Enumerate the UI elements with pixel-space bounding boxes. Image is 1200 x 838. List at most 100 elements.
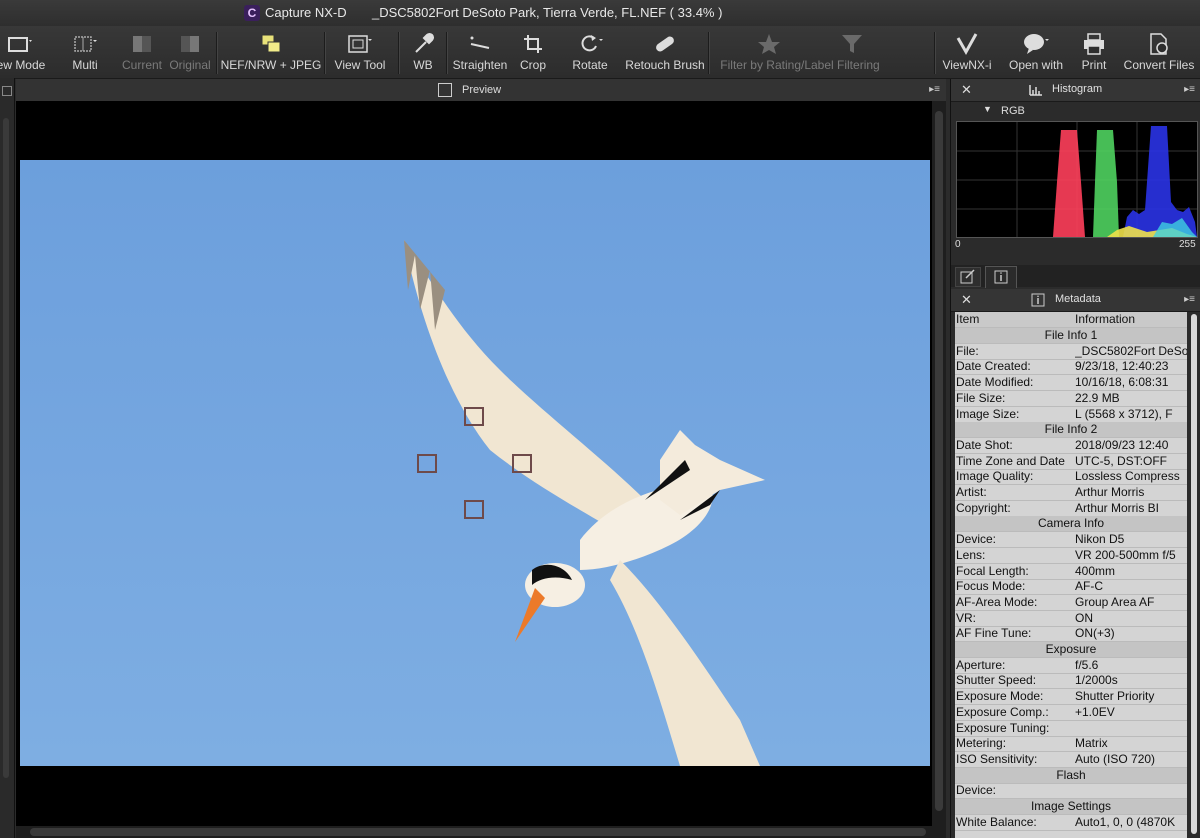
metadata-row: Focus Mode: AF-C (955, 579, 1187, 596)
metadata-row: AF-Area Mode: Group Area AF (955, 595, 1187, 611)
rotate-button[interactable]: Rotate (562, 26, 618, 78)
scroll-thumb[interactable] (1191, 314, 1197, 834)
metadata-key: Copyright: (956, 500, 1011, 515)
convert-files-button[interactable]: Convert Files (1118, 26, 1200, 78)
view-mode-button[interactable]: ew Mode (0, 26, 52, 78)
left-scrollbar[interactable] (3, 118, 9, 778)
multi-view-icon (74, 36, 97, 52)
metadata-value: f/5.6 (1075, 657, 1099, 672)
multi-button[interactable]: Multi (62, 26, 108, 78)
scroll-thumb[interactable] (935, 111, 943, 811)
section-label: Exposure (1045, 642, 1097, 656)
metadata-key: Time Zone and Date (956, 453, 1065, 468)
straighten-button[interactable]: Straighten (450, 26, 510, 78)
print-button[interactable]: Print (1074, 26, 1114, 78)
preview-vertical-scrollbar[interactable] (932, 101, 946, 826)
close-icon[interactable]: ✕ (961, 82, 972, 98)
toolbar-separator (398, 32, 400, 74)
metadata-row: ISO Sensitivity: Auto (ISO 720) (955, 752, 1187, 768)
panel-menu-icon[interactable]: ▸≡ (1184, 84, 1195, 95)
tab-info[interactable] (985, 266, 1017, 288)
metadata-value: 400mm (1075, 563, 1116, 578)
chevron-down-icon: ▼ (983, 104, 992, 114)
metadata-key: Metering: (956, 736, 1007, 751)
histogram-plot (957, 122, 1197, 237)
metadata-key: Shutter Speed: (956, 673, 1037, 688)
metadata-row: Date Modified: 10/16/18, 6:08:31 (955, 375, 1187, 392)
section-label: Camera Info (1037, 516, 1105, 531)
metadata-key: VR: (956, 610, 977, 625)
wb-button[interactable]: WB (404, 26, 442, 78)
preview-horizontal-scrollbar[interactable] (16, 826, 946, 838)
convert-files-label: Convert Files (1123, 58, 1195, 72)
toolbar-separator (708, 32, 710, 74)
convert-files-icon (1150, 33, 1168, 55)
left-panel-strip[interactable] (0, 78, 15, 838)
view-tool-button[interactable]: View Tool (330, 26, 390, 78)
scroll-thumb[interactable] (30, 828, 926, 836)
metadata-value: +1.0EV (1075, 704, 1115, 719)
retouch-brush-label: Retouch Brush (625, 58, 705, 72)
panel-menu-icon[interactable]: ▸≡ (1184, 294, 1195, 305)
channel-select[interactable]: ▼ RGB (981, 104, 1199, 120)
metadata-value: VR 200-500mm f/5 (1075, 547, 1176, 562)
metadata-row: File: _DSC5802Fort DeSo (955, 344, 1187, 360)
app-bubble-icon (1024, 34, 1049, 54)
histogram-header: ✕ Histogram ▸≡ (951, 79, 1200, 102)
metadata-value: _DSC5802Fort DeSo (1075, 343, 1187, 358)
crop-icon (524, 35, 542, 53)
open-with-button[interactable]: Open with (1004, 26, 1068, 78)
metadata-key: AF Fine Tune: (956, 626, 1032, 641)
section-label: File Info 1 (1044, 328, 1098, 342)
metadata-row: Exposure Mode: Shutter Priority (955, 689, 1187, 706)
photo-preview[interactable] (20, 160, 930, 766)
metadata-row: Shutter Speed: 1/2000s (955, 673, 1187, 690)
metadata-title: Metadata (1055, 293, 1101, 305)
panel-menu-icon[interactable]: ▸≡ (929, 84, 940, 95)
toolbar-separator (934, 32, 936, 74)
filter-button[interactable]: Filter by Rating/Label Filtering (712, 26, 888, 78)
column-information[interactable]: Information (1075, 312, 1187, 327)
metadata-value: Arthur Morris BI (1075, 500, 1160, 515)
section-label: Flash (1056, 767, 1086, 782)
tab-adjust[interactable] (955, 267, 981, 287)
metadata-scrollbar[interactable] (1188, 312, 1200, 838)
metadata-value: Lossless Compress (1075, 469, 1180, 484)
window-title: _DSC5802Fort DeSoto Park, Tierra Verde, … (372, 5, 723, 20)
view-mode-icon (8, 37, 32, 52)
metadata-table-header: Item Information (955, 312, 1187, 328)
original-button[interactable]: Original (166, 26, 214, 78)
edit-icon (960, 269, 975, 284)
metadata-row: Date Shot: 2018/09/23 12:40 (955, 438, 1187, 454)
info-icon (994, 270, 1008, 284)
metadata-key: Device: (956, 783, 997, 798)
metadata-key: Exposure Tuning: (956, 720, 1050, 735)
toolbar-separator (216, 32, 218, 74)
nef-jpeg-button[interactable]: NEF/NRW + JPEG (220, 26, 322, 78)
panel-toggle-icon[interactable] (2, 86, 12, 96)
close-icon[interactable]: ✕ (961, 292, 972, 308)
metadata-row: Focal Length: 400mm (955, 564, 1187, 580)
crop-label: Crop (519, 58, 546, 72)
crop-button[interactable]: Crop (512, 26, 554, 78)
metadata-value: 9/23/18, 12:40:23 (1075, 359, 1169, 374)
metadata-row: Aperture: f/5.6 (955, 658, 1187, 674)
eyedropper-icon (415, 32, 435, 53)
wb-label: WB (413, 58, 433, 72)
column-item[interactable]: Item (956, 312, 1070, 327)
metadata-row: Device: Nikon D5 (955, 532, 1187, 549)
print-label: Print (1081, 58, 1107, 72)
metadata-value: AF-C (1075, 579, 1103, 594)
metadata-value: Auto1, 0, 0 (4870K (1075, 814, 1176, 829)
metadata-section-row: Flash (955, 767, 1187, 784)
metadata-value: Shutter Priority (1075, 689, 1155, 704)
retouch-brush-button[interactable]: Retouch Brush (622, 26, 708, 78)
app-name: Capture NX-D (265, 5, 347, 20)
current-label: Current (121, 58, 162, 72)
viewnx-button[interactable]: ViewNX-i (940, 26, 994, 78)
metadata-key: Artist: (956, 485, 987, 499)
open-with-label: Open with (1008, 58, 1064, 72)
toolbar-separator (446, 32, 448, 74)
current-button[interactable]: Current (118, 26, 166, 78)
view-mode-label: ew Mode (0, 58, 46, 72)
